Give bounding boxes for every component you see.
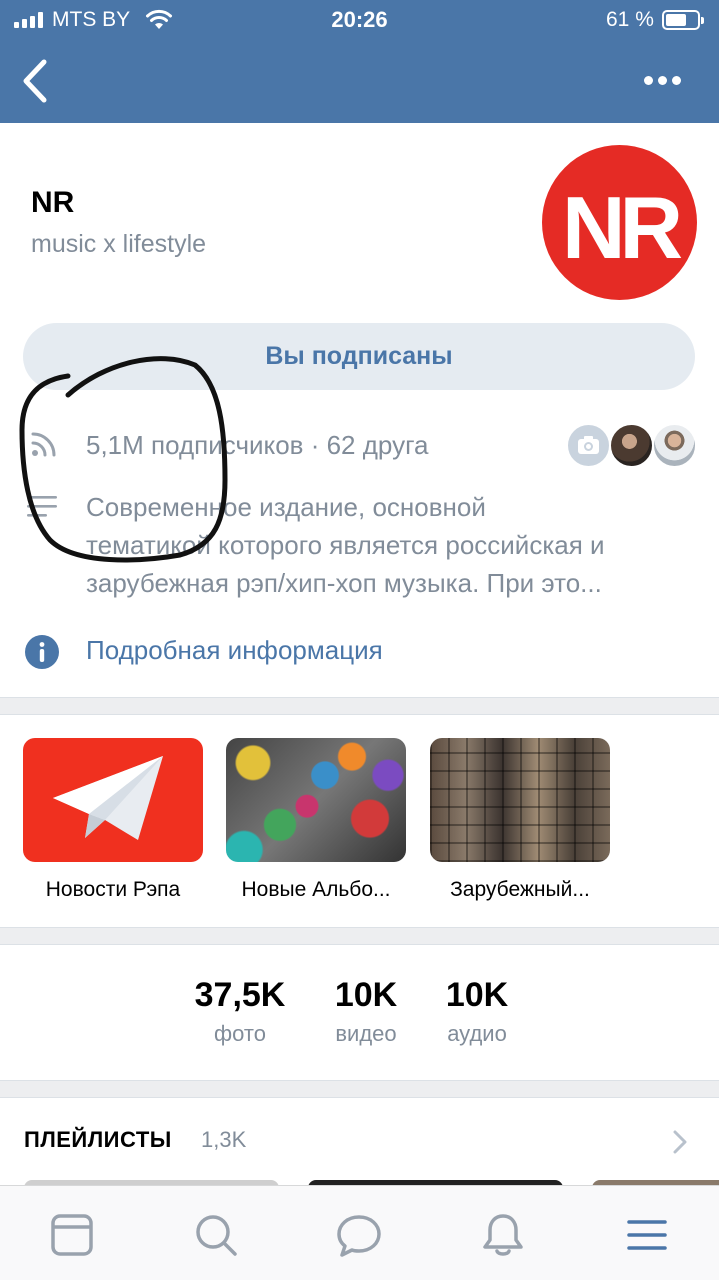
group-name: NR — [31, 186, 75, 219]
subscribers-count[interactable]: 5,1M подписчиков · 62 друга — [86, 430, 428, 461]
messages-icon[interactable] — [334, 1210, 384, 1260]
album-card-foreign[interactable] — [430, 738, 610, 862]
audio-counter[interactable]: 10K аудио — [430, 976, 524, 1047]
description-line: зарубежная рэп/хип-хоп музыка. При это..… — [86, 568, 602, 598]
search-icon[interactable] — [191, 1210, 241, 1260]
group-avatar[interactable]: NR — [542, 145, 697, 300]
counter-label: аудио — [447, 1021, 507, 1046]
counter-label: видео — [335, 1021, 397, 1046]
photos-counter[interactable]: 37,5K фото — [184, 976, 296, 1047]
album-label: Новости Рэпа — [45, 878, 181, 901]
menu-icon[interactable] — [622, 1210, 672, 1260]
description-lines-icon — [27, 496, 57, 517]
battery-icon — [662, 10, 704, 30]
playlists-title[interactable]: ПЛЕЙЛИСТЫ — [24, 1127, 172, 1153]
group-status: music x lifestyle — [31, 230, 207, 258]
notifications-icon[interactable] — [478, 1210, 528, 1260]
dot-icon — [671, 75, 681, 85]
album-label: Зарубежный... — [450, 878, 590, 901]
album-label: Новые Альбо... — [241, 878, 391, 901]
info-icon — [25, 635, 59, 669]
friends-avatars[interactable] — [566, 423, 697, 469]
videos-counter[interactable]: 10K видео — [318, 976, 414, 1047]
counter-label: фото — [214, 1021, 266, 1046]
playlists-count: 1,3K — [201, 1127, 247, 1152]
counter-value: 37,5K — [194, 976, 286, 1014]
telegram-icon — [53, 756, 163, 840]
album-card-rap-news[interactable] — [23, 738, 203, 862]
description-line: Современное издание, основной — [86, 492, 486, 522]
section-divider — [0, 1080, 719, 1098]
counter-value: 10K — [445, 976, 509, 1014]
camera-icon — [578, 436, 599, 454]
friend-avatar — [609, 423, 654, 468]
section-divider — [0, 697, 719, 715]
description-line: тематикой которого является российская и — [86, 530, 605, 560]
more-options-button[interactable] — [636, 62, 688, 98]
album-card-new-albums[interactable] — [226, 738, 406, 862]
back-chevron-icon — [23, 59, 47, 103]
news-icon[interactable] — [47, 1210, 97, 1260]
chevron-right-icon[interactable] — [670, 1128, 690, 1156]
section-divider — [0, 927, 719, 945]
avatar-logo-text: NR — [561, 178, 683, 277]
rss-icon — [31, 432, 56, 457]
dot-icon — [643, 75, 653, 85]
dot-icon — [657, 75, 667, 85]
back-button[interactable] — [18, 58, 58, 104]
camera-placeholder-avatar — [566, 423, 611, 468]
battery-percent: 61 % — [606, 8, 654, 31]
top-bar: MTS BY 20:26 61 % — [0, 0, 719, 123]
counter-value: 10K — [334, 976, 398, 1014]
group-description[interactable]: Современное издание, основной тематикой … — [86, 488, 696, 602]
subscribed-button[interactable]: Вы подписаны — [23, 323, 695, 390]
friend-avatar — [652, 423, 697, 468]
status-bar: MTS BY 20:26 61 % — [0, 0, 719, 40]
more-info-link[interactable]: Подробная информация — [86, 635, 383, 666]
